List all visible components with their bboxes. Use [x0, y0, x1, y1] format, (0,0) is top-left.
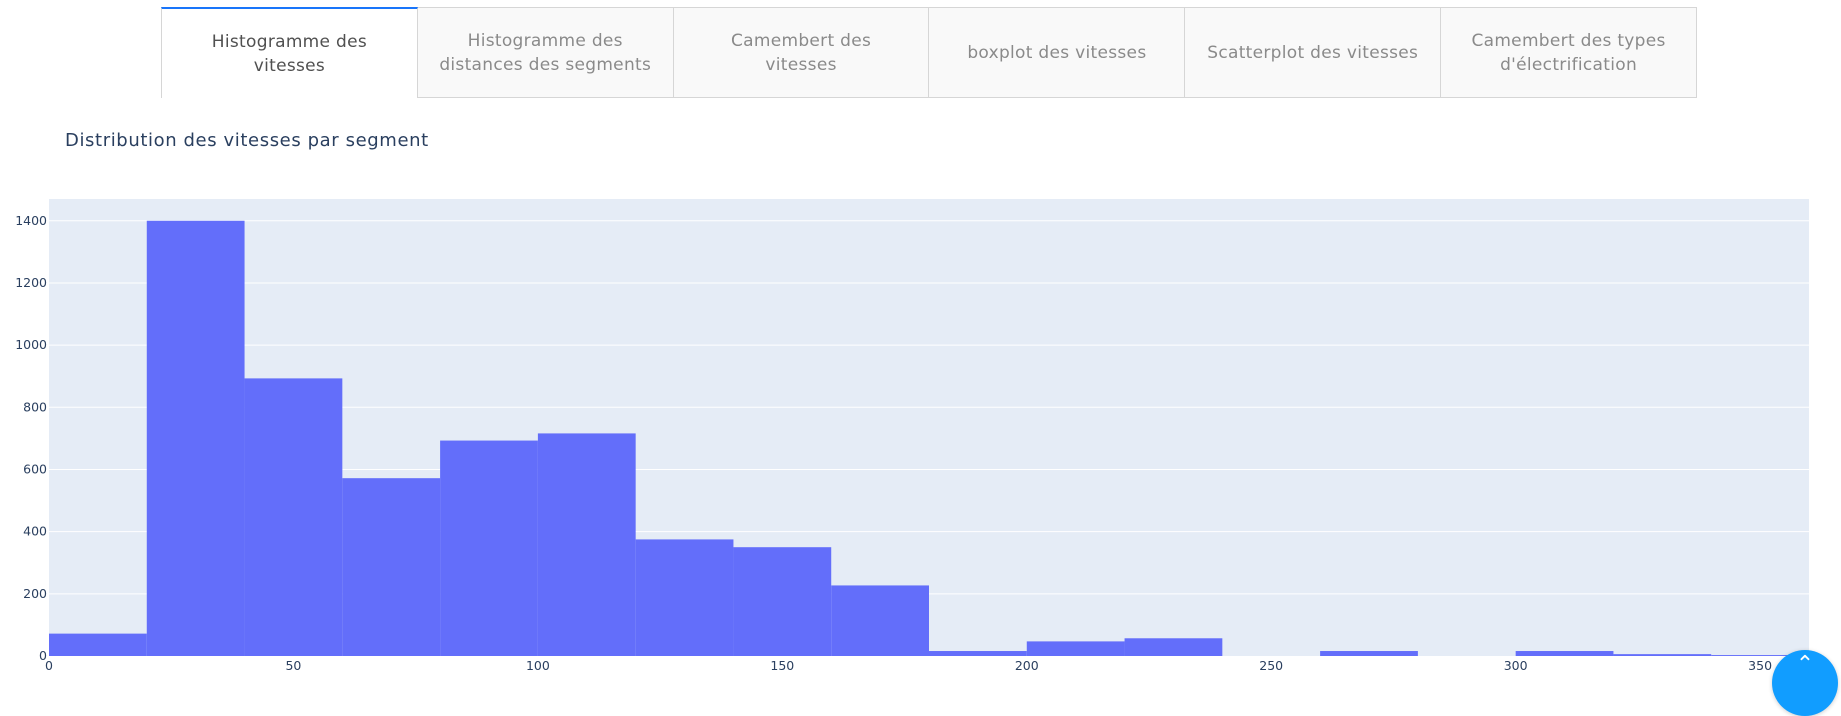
y-tick-label: 400 [23, 524, 47, 539]
x-tick-label: 200 [1015, 658, 1039, 673]
histogram-bar [342, 478, 441, 656]
histogram-bar [1124, 638, 1223, 656]
x-tick-label: 350 [1748, 658, 1772, 673]
histogram-chart: 02004006008001000120014000 50 100 150 200 250… [15, 199, 1809, 673]
histogram-bar [1026, 641, 1125, 656]
histogram-bar [1613, 654, 1712, 656]
x-tick-label: 100 [526, 658, 550, 673]
histogram-bar [537, 433, 636, 656]
histogram-bar [244, 378, 343, 656]
histogram-bar [49, 633, 147, 656]
histogram-bar [146, 220, 245, 656]
histogram-bar [1320, 651, 1418, 656]
histogram-bar [440, 440, 538, 656]
y-tick-label: 1400 [15, 213, 47, 228]
scroll-top-button[interactable]: ⌃ [1772, 650, 1838, 716]
y-tick-label: 1200 [15, 275, 47, 290]
histogram-bar [635, 539, 734, 656]
x-tick-label: 0 [45, 658, 53, 673]
x-tick-label: 250 [1259, 658, 1283, 673]
y-tick-label: 200 [23, 586, 47, 601]
histogram-bar [831, 585, 929, 656]
y-tick-label: 800 [23, 399, 47, 414]
histogram-bar [733, 547, 832, 656]
y-tick-label: 600 [23, 461, 47, 476]
x-tick-label: 150 [770, 658, 794, 673]
y-tick-label: 1000 [15, 337, 47, 352]
histogram-bar [1515, 651, 1614, 656]
x-tick-label: 300 [1504, 658, 1528, 673]
histogram-bar [929, 651, 1027, 656]
x-tick-label: 50 [285, 658, 301, 673]
